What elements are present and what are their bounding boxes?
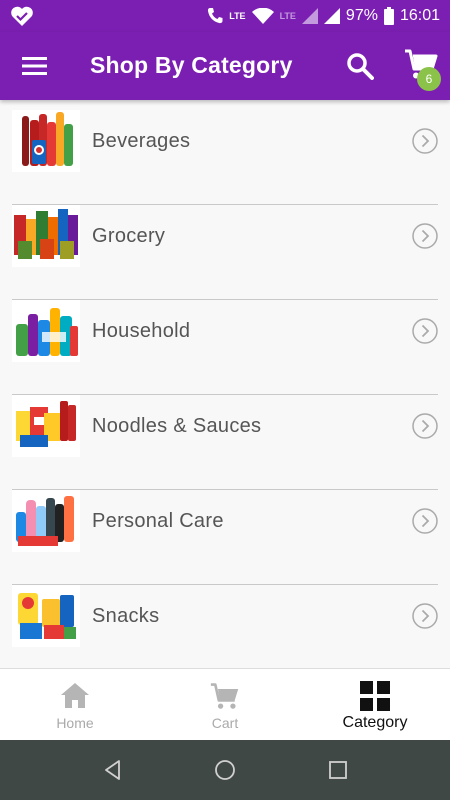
chevron-right-icon[interactable] <box>412 603 438 629</box>
cart-count-badge: 6 <box>417 67 441 91</box>
category-item-personal-care[interactable]: Personal Care <box>12 490 438 585</box>
chevron-right-icon[interactable] <box>412 128 438 154</box>
chevron-right-icon[interactable] <box>412 413 438 439</box>
page-title: Shop By Category <box>90 52 293 78</box>
grocery-thumbnail <box>12 205 80 267</box>
chevron-right-icon[interactable] <box>412 223 438 249</box>
category-item-beverages[interactable]: Beverages <box>12 110 438 205</box>
status-bar: LTE LTE 97% 16:01 <box>0 0 450 32</box>
wifi-icon <box>251 8 274 24</box>
tab-label: Home <box>56 715 94 731</box>
category-label: Grocery <box>92 225 166 247</box>
personal-care-thumbnail <box>12 490 80 552</box>
battery-icon <box>383 7 394 25</box>
app-bar: Shop By Category 6 <box>0 32 450 100</box>
category-item-snacks[interactable]: Snacks <box>12 585 438 668</box>
category-label: Noodles & Sauces <box>92 415 262 437</box>
back-icon[interactable] <box>101 758 125 782</box>
household-thumbnail <box>12 300 80 362</box>
tab-cart[interactable]: Cart <box>150 669 300 740</box>
category-list: Beverages Grocery Household Noodles & Sa… <box>0 100 450 668</box>
category-label: Snacks <box>92 605 160 627</box>
category-item-noodles-sauces[interactable]: Noodles & Sauces <box>12 395 438 490</box>
grid-icon <box>360 681 390 711</box>
snacks-thumbnail <box>12 585 80 647</box>
signal-icon-secondary <box>301 8 318 24</box>
chevron-right-icon[interactable] <box>412 508 438 534</box>
noodles-thumbnail <box>12 395 80 457</box>
tab-label: Category <box>342 714 408 731</box>
category-label: Beverages <box>92 130 191 152</box>
category-item-household[interactable]: Household <box>12 300 438 395</box>
category-label: Household <box>92 320 191 342</box>
category-label: Personal Care <box>92 510 224 532</box>
home-icon <box>61 683 89 708</box>
beverages-thumbnail <box>12 110 80 172</box>
search-icon[interactable] <box>346 52 374 80</box>
system-navigation-bar <box>0 740 450 800</box>
signal-icon <box>323 8 340 24</box>
tab-category[interactable]: Category <box>300 669 450 740</box>
phone-icon <box>208 8 223 24</box>
battery-percent: 97% <box>345 7 378 24</box>
home-button-icon[interactable] <box>213 758 237 782</box>
tab-home[interactable]: Home <box>0 669 150 740</box>
recent-apps-icon[interactable] <box>326 758 350 782</box>
lte-indicator-secondary: LTE <box>279 10 296 21</box>
category-item-grocery[interactable]: Grocery <box>12 205 438 300</box>
cart-icon <box>210 683 239 709</box>
tab-label: Cart <box>211 715 239 731</box>
menu-icon[interactable] <box>22 54 48 78</box>
bottom-navigation: Home Cart Category <box>0 668 450 740</box>
heart-check-icon <box>11 6 33 26</box>
chevron-right-icon[interactable] <box>412 318 438 344</box>
clock: 16:01 <box>399 7 440 24</box>
lte-indicator: LTE <box>229 10 246 21</box>
